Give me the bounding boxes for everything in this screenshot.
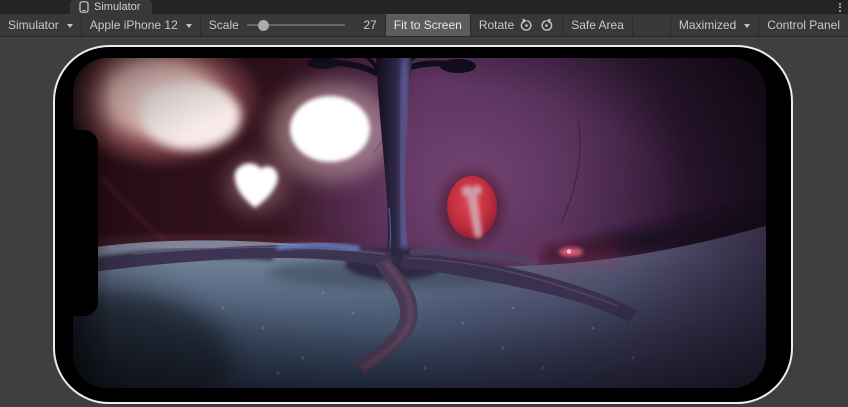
smartphone-icon bbox=[79, 1, 89, 13]
rotate-group: Rotate bbox=[471, 14, 563, 36]
simulator-menu-label: Simulator bbox=[8, 18, 59, 32]
fit-to-screen-label: Fit to Screen bbox=[394, 18, 462, 32]
kebab-menu-icon[interactable] bbox=[832, 0, 848, 14]
tab-simulator[interactable]: Simulator bbox=[70, 0, 152, 14]
window-mode-value: Maximized bbox=[679, 18, 736, 32]
notch bbox=[73, 130, 98, 316]
vignette bbox=[73, 58, 766, 388]
simulator-window: Simulator Simulator Apple iPhone 12 Scal… bbox=[0, 0, 848, 407]
scale-control: Scale 27 bbox=[201, 14, 386, 36]
control-panel-label: Control Panel bbox=[767, 18, 840, 32]
chevron-down-icon bbox=[744, 24, 750, 28]
tab-bar: Simulator bbox=[0, 0, 848, 14]
safe-area-button[interactable]: Safe Area bbox=[563, 14, 633, 36]
window-mode-dropdown[interactable]: Maximized bbox=[671, 14, 759, 36]
device-select-dropdown[interactable]: Apple iPhone 12 bbox=[82, 14, 201, 36]
device-frame bbox=[53, 45, 793, 404]
toolbar-spacer bbox=[633, 14, 671, 36]
fit-to-screen-button[interactable]: Fit to Screen bbox=[386, 14, 471, 36]
simulator-menu-dropdown[interactable]: Simulator bbox=[0, 14, 82, 36]
control-panel-button[interactable]: Control Panel bbox=[759, 14, 848, 36]
tab-title: Simulator bbox=[94, 1, 140, 13]
device-select-value: Apple iPhone 12 bbox=[90, 18, 178, 32]
rotate-label: Rotate bbox=[479, 18, 514, 32]
simulator-viewport bbox=[0, 37, 848, 407]
simulator-toolbar: Simulator Apple iPhone 12 Scale 27 Fit t… bbox=[0, 14, 848, 37]
scale-value: 27 bbox=[353, 18, 377, 32]
scale-label: Scale bbox=[209, 18, 239, 32]
rotate-counterclockwise-icon[interactable] bbox=[539, 18, 554, 33]
rotate-clockwise-icon[interactable] bbox=[519, 18, 534, 33]
chevron-down-icon bbox=[186, 24, 192, 28]
chevron-down-icon bbox=[67, 24, 73, 28]
scale-slider[interactable] bbox=[247, 14, 345, 36]
game-scene[interactable] bbox=[73, 58, 766, 388]
device-screen[interactable] bbox=[73, 58, 766, 388]
scale-slider-thumb[interactable] bbox=[258, 20, 269, 31]
safe-area-label: Safe Area bbox=[571, 18, 624, 32]
